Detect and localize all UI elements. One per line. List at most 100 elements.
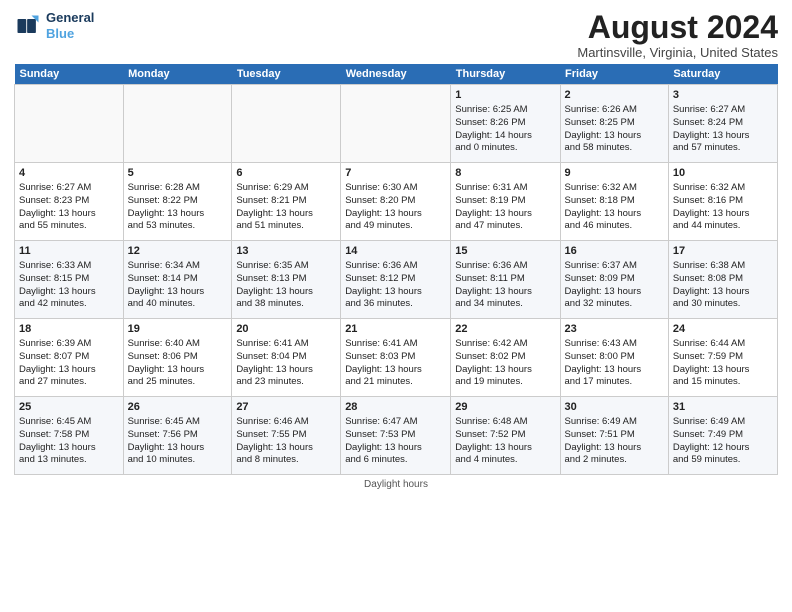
calendar-cell: 14Sunrise: 6:36 AMSunset: 8:12 PMDayligh… <box>341 241 451 319</box>
day-number: 15 <box>455 244 555 259</box>
day-number: 11 <box>19 244 119 259</box>
day-info: Sunrise: 6:38 AM <box>673 260 773 273</box>
day-info: Sunset: 8:13 PM <box>236 273 336 286</box>
day-info: Sunrise: 6:41 AM <box>345 338 446 351</box>
day-info: Daylight: 13 hours <box>19 286 119 299</box>
day-info: Daylight: 13 hours <box>673 286 773 299</box>
day-info: and 53 minutes. <box>128 220 228 233</box>
day-number: 6 <box>236 166 336 181</box>
calendar-cell: 2Sunrise: 6:26 AMSunset: 8:25 PMDaylight… <box>560 85 668 163</box>
day-number: 30 <box>565 400 664 415</box>
day-info: Daylight: 13 hours <box>128 442 228 455</box>
col-sunday: Sunday <box>15 64 124 85</box>
title-block: August 2024 Martinsville, Virginia, Unit… <box>577 10 778 60</box>
calendar-cell: 17Sunrise: 6:38 AMSunset: 8:08 PMDayligh… <box>668 241 777 319</box>
day-info: Sunrise: 6:26 AM <box>565 104 664 117</box>
day-info: and 23 minutes. <box>236 376 336 389</box>
week-row-1: 1Sunrise: 6:25 AMSunset: 8:26 PMDaylight… <box>15 85 778 163</box>
day-info: Sunset: 7:59 PM <box>673 351 773 364</box>
calendar-cell: 23Sunrise: 6:43 AMSunset: 8:00 PMDayligh… <box>560 319 668 397</box>
day-info: Sunrise: 6:31 AM <box>455 182 555 195</box>
day-info: Daylight: 13 hours <box>455 442 555 455</box>
day-info: and 27 minutes. <box>19 376 119 389</box>
day-info: and 4 minutes. <box>455 454 555 467</box>
calendar-cell: 30Sunrise: 6:49 AMSunset: 7:51 PMDayligh… <box>560 397 668 475</box>
day-number: 5 <box>128 166 228 181</box>
day-info: Daylight: 13 hours <box>19 442 119 455</box>
day-number: 1 <box>455 88 555 103</box>
calendar-table: Sunday Monday Tuesday Wednesday Thursday… <box>14 64 778 475</box>
day-info: Sunrise: 6:28 AM <box>128 182 228 195</box>
day-info: Sunrise: 6:29 AM <box>236 182 336 195</box>
day-info: and 51 minutes. <box>236 220 336 233</box>
calendar-cell: 5Sunrise: 6:28 AMSunset: 8:22 PMDaylight… <box>123 163 232 241</box>
day-info: Daylight: 13 hours <box>128 208 228 221</box>
header: General Blue August 2024 Martinsville, V… <box>14 10 778 60</box>
day-info: and 58 minutes. <box>565 142 664 155</box>
calendar-cell: 26Sunrise: 6:45 AMSunset: 7:56 PMDayligh… <box>123 397 232 475</box>
day-info: Daylight: 13 hours <box>565 364 664 377</box>
day-info: and 55 minutes. <box>19 220 119 233</box>
day-number: 7 <box>345 166 446 181</box>
day-info: Daylight: 13 hours <box>236 364 336 377</box>
day-info: Sunrise: 6:39 AM <box>19 338 119 351</box>
calendar-cell: 24Sunrise: 6:44 AMSunset: 7:59 PMDayligh… <box>668 319 777 397</box>
calendar-cell: 28Sunrise: 6:47 AMSunset: 7:53 PMDayligh… <box>341 397 451 475</box>
day-info: and 44 minutes. <box>673 220 773 233</box>
day-info: Sunrise: 6:42 AM <box>455 338 555 351</box>
day-info: Sunset: 7:52 PM <box>455 429 555 442</box>
day-info: Sunrise: 6:49 AM <box>673 416 773 429</box>
calendar-cell <box>232 85 341 163</box>
day-info: Daylight: 13 hours <box>455 208 555 221</box>
day-info: Daylight: 13 hours <box>345 208 446 221</box>
calendar-cell <box>15 85 124 163</box>
day-info: Sunset: 8:03 PM <box>345 351 446 364</box>
day-number: 9 <box>565 166 664 181</box>
logo-text: General Blue <box>46 10 94 41</box>
day-info: and 19 minutes. <box>455 376 555 389</box>
day-info: Sunrise: 6:37 AM <box>565 260 664 273</box>
week-row-5: 25Sunrise: 6:45 AMSunset: 7:58 PMDayligh… <box>15 397 778 475</box>
day-info: Daylight: 13 hours <box>565 208 664 221</box>
day-info: and 36 minutes. <box>345 298 446 311</box>
day-info: Daylight: 13 hours <box>565 442 664 455</box>
day-info: Sunrise: 6:27 AM <box>19 182 119 195</box>
day-info: Sunrise: 6:45 AM <box>19 416 119 429</box>
day-number: 16 <box>565 244 664 259</box>
day-number: 20 <box>236 322 336 337</box>
day-info: and 34 minutes. <box>455 298 555 311</box>
calendar-cell: 8Sunrise: 6:31 AMSunset: 8:19 PMDaylight… <box>451 163 560 241</box>
day-info: and 17 minutes. <box>565 376 664 389</box>
day-info: Daylight: 13 hours <box>128 364 228 377</box>
day-info: Daylight: 13 hours <box>236 286 336 299</box>
day-info: Sunset: 8:23 PM <box>19 195 119 208</box>
day-info: Sunset: 8:09 PM <box>565 273 664 286</box>
day-info: Sunset: 8:02 PM <box>455 351 555 364</box>
calendar-cell: 4Sunrise: 6:27 AMSunset: 8:23 PMDaylight… <box>15 163 124 241</box>
day-info: Sunrise: 6:47 AM <box>345 416 446 429</box>
logo-line1: General <box>46 10 94 25</box>
day-info: Daylight: 13 hours <box>673 208 773 221</box>
day-info: and 13 minutes. <box>19 454 119 467</box>
day-number: 13 <box>236 244 336 259</box>
day-info: and 57 minutes. <box>673 142 773 155</box>
day-info: Sunrise: 6:46 AM <box>236 416 336 429</box>
calendar-cell: 11Sunrise: 6:33 AMSunset: 8:15 PMDayligh… <box>15 241 124 319</box>
day-info: Sunset: 8:16 PM <box>673 195 773 208</box>
day-info: and 42 minutes. <box>19 298 119 311</box>
calendar-cell: 15Sunrise: 6:36 AMSunset: 8:11 PMDayligh… <box>451 241 560 319</box>
day-info: Daylight: 13 hours <box>673 130 773 143</box>
day-info: and 38 minutes. <box>236 298 336 311</box>
day-info: Sunset: 7:56 PM <box>128 429 228 442</box>
day-number: 19 <box>128 322 228 337</box>
day-info: Sunrise: 6:44 AM <box>673 338 773 351</box>
day-info: Sunset: 7:51 PM <box>565 429 664 442</box>
calendar-cell: 25Sunrise: 6:45 AMSunset: 7:58 PMDayligh… <box>15 397 124 475</box>
day-info: Sunset: 8:19 PM <box>455 195 555 208</box>
week-row-3: 11Sunrise: 6:33 AMSunset: 8:15 PMDayligh… <box>15 241 778 319</box>
day-info: Daylight: 13 hours <box>236 208 336 221</box>
day-info: and 6 minutes. <box>345 454 446 467</box>
week-row-2: 4Sunrise: 6:27 AMSunset: 8:23 PMDaylight… <box>15 163 778 241</box>
calendar-cell: 10Sunrise: 6:32 AMSunset: 8:16 PMDayligh… <box>668 163 777 241</box>
day-number: 25 <box>19 400 119 415</box>
